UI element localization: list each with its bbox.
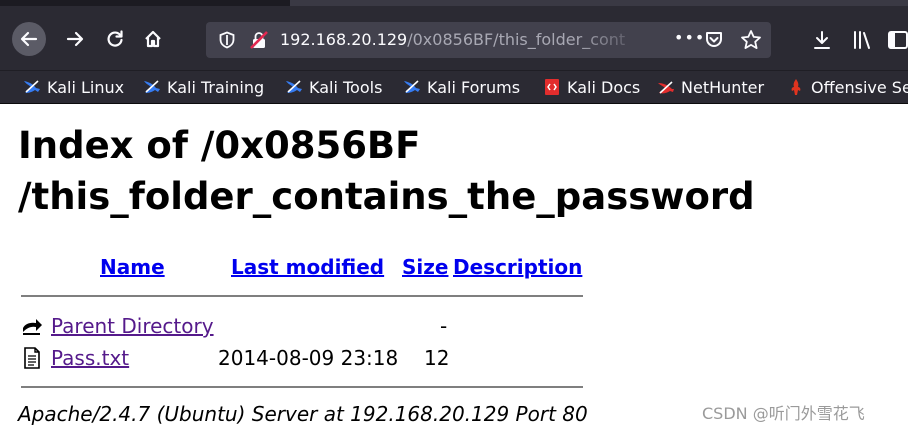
back-folder-icon xyxy=(23,319,42,335)
sort-by-description-link[interactable]: Description xyxy=(453,255,582,279)
sort-by-size-link[interactable]: Size xyxy=(402,255,448,279)
home-button[interactable] xyxy=(138,24,168,54)
bookmark-label: NetHunter xyxy=(681,77,765,97)
url-text[interactable]: 192.168.20.129/0x0856BF/this_folder_cont xyxy=(280,30,625,49)
page-title-line2: /this_folder_contains_the_password xyxy=(18,175,755,218)
kali-dragon-icon xyxy=(286,80,302,93)
library-icon[interactable] xyxy=(852,30,874,50)
csdn-watermark: CSDN @听门外雪花飞 xyxy=(702,404,865,423)
page-content: Index of /0x0856BF /this_folder_contains… xyxy=(0,104,908,429)
bookmark-kali-forums[interactable]: Kali Forums xyxy=(402,76,520,98)
bookmark-label: Kali Tools xyxy=(309,77,383,97)
bookmarks-toolbar: Kali Linux Kali Training Kali Tools Kali… xyxy=(0,70,908,103)
pass-txt-modified: 2014-08-09 23:18 xyxy=(218,346,399,370)
parent-directory-size: - xyxy=(440,314,448,338)
bookmark-kali-docs[interactable]: Kali Docs xyxy=(542,76,640,98)
bookmark-label: Kali Linux xyxy=(47,77,125,97)
pass-txt-link[interactable]: Pass.txt xyxy=(51,346,129,370)
insecure-lock-icon[interactable] xyxy=(250,31,268,49)
tracking-shield-icon[interactable] xyxy=(218,31,236,49)
parent-directory-link[interactable]: Parent Directory xyxy=(51,314,214,338)
listing-row: Parent Directory xyxy=(20,312,214,340)
pass-txt-size: 12 xyxy=(424,346,450,370)
reload-button[interactable] xyxy=(100,24,130,54)
bookmark-kali-training[interactable]: Kali Training xyxy=(142,76,264,98)
sort-by-last-modified-link[interactable]: Last modified xyxy=(231,255,384,279)
forward-button[interactable] xyxy=(60,24,90,54)
url-host: 192.168.20.129 xyxy=(280,30,408,49)
kali-docs-icon xyxy=(545,79,559,95)
nethunter-icon xyxy=(658,81,674,94)
text-file-icon xyxy=(24,347,40,369)
browser-toolbar: 192.168.20.129/0x0856BF/this_folder_cont… xyxy=(0,0,908,70)
url-fade xyxy=(576,24,666,56)
reload-icon xyxy=(107,30,123,47)
bookmark-offensive-security[interactable]: Offensive Se xyxy=(786,76,908,98)
active-tab-edge xyxy=(290,0,908,6)
page-title: Index of /0x0856BF /this_folder_contains… xyxy=(18,120,898,222)
bookmark-label: Kali Docs xyxy=(567,77,641,97)
listing-row: Pass.txt xyxy=(20,344,129,372)
bookmark-star-icon[interactable] xyxy=(740,29,762,51)
bookmark-label: Offensive Se xyxy=(811,77,908,97)
server-signature: Apache/2.4.7 (Ubuntu) Server at 192.168.… xyxy=(18,402,588,426)
page-actions-button[interactable]: ••• xyxy=(674,28,705,47)
address-bar[interactable]: 192.168.20.129/0x0856BF/this_folder_cont… xyxy=(206,22,771,58)
bookmark-label: Kali Training xyxy=(167,77,265,97)
kali-dragon-icon xyxy=(404,80,420,93)
kali-dragon-icon xyxy=(24,80,40,93)
page-title-line1: Index of /0x0856BF xyxy=(18,124,421,167)
bookmark-kali-tools[interactable]: Kali Tools xyxy=(284,76,382,98)
bookmark-kali-linux[interactable]: Kali Linux xyxy=(22,76,124,98)
footer-divider xyxy=(21,386,583,388)
arrow-right-icon xyxy=(66,31,84,47)
offensive-security-icon xyxy=(791,79,801,95)
header-divider xyxy=(21,295,583,297)
back-button[interactable] xyxy=(12,22,46,56)
arrow-left-icon xyxy=(20,31,38,47)
home-icon xyxy=(145,30,161,48)
sidebar-icon[interactable] xyxy=(888,30,908,50)
bookmark-nethunter[interactable]: NetHunter xyxy=(656,76,764,98)
pocket-icon[interactable] xyxy=(704,30,724,50)
download-icon[interactable] xyxy=(812,30,832,50)
kali-dragon-icon xyxy=(144,80,160,93)
bookmark-label: Kali Forums xyxy=(427,77,521,97)
sort-by-name-link[interactable]: Name xyxy=(100,255,165,279)
